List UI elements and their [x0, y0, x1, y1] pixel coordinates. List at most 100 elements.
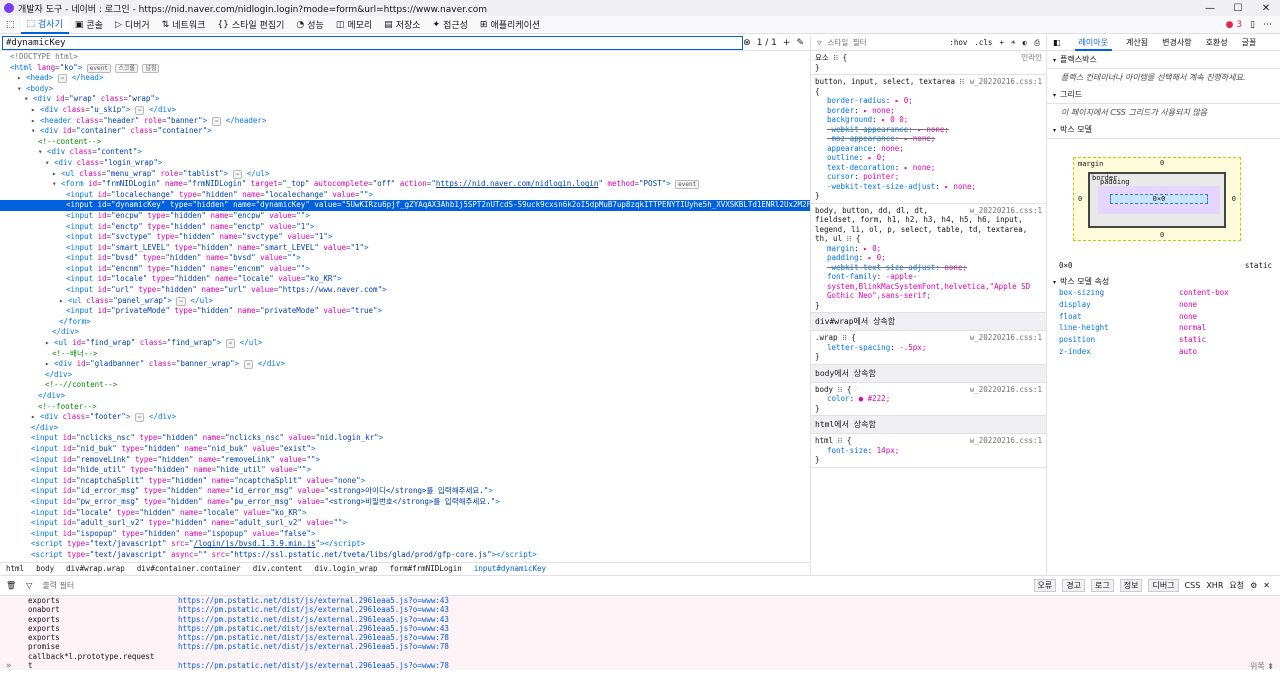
- markup-row[interactable]: ▸ <div class="u_skip"> ⋯ </div>: [0, 105, 810, 116]
- markup-row[interactable]: </form>: [0, 317, 810, 328]
- markup-row[interactable]: <input id="adult_surl_v2" type="hidden" …: [0, 518, 810, 529]
- clear-search-icon[interactable]: ⊗: [743, 38, 751, 48]
- error-count-badge[interactable]: ● 3: [1226, 20, 1242, 30]
- css-declaration[interactable]: border: ▸ none;: [815, 106, 1042, 116]
- console-extra-toggle[interactable]: 요청: [1229, 580, 1244, 591]
- log-source-link[interactable]: https://pm.pstatic.net/dist/js/external.…: [178, 624, 449, 633]
- css-declaration[interactable]: text-decoration: ▸ none;: [815, 163, 1042, 173]
- css-declaration[interactable]: -webkit-text-size-adjust: none;: [815, 263, 1042, 273]
- breadcrumb-item[interactable]: body: [36, 564, 54, 573]
- markup-row[interactable]: <input id="url" type="hidden" name="url"…: [0, 285, 810, 296]
- tab-6[interactable]: ◫ 메모리: [330, 16, 378, 34]
- console-filter-input[interactable]: 출력 필터: [42, 580, 74, 591]
- rule-source-link[interactable]: w_20220216.css:1: [970, 333, 1042, 343]
- console-level-toggle[interactable]: 오류: [1033, 579, 1057, 592]
- close-console-icon[interactable]: ✕: [1263, 581, 1270, 590]
- breadcrumb-item[interactable]: div#container.container: [137, 564, 241, 573]
- markup-row[interactable]: ▾ <div class="login_wrap">: [0, 158, 810, 169]
- style-filter-input[interactable]: 스타일 필터: [828, 37, 867, 48]
- maximize-button[interactable]: ☐: [1224, 3, 1252, 14]
- breadcrumb-item[interactable]: div.login_wrap: [314, 564, 377, 573]
- sidebar-tab-3[interactable]: 호환성: [1206, 37, 1228, 48]
- markup-row[interactable]: </div>: [0, 391, 810, 402]
- css-declaration[interactable]: padding: ▸ 0;: [815, 253, 1042, 263]
- markup-row[interactable]: <input id="ncaptchaSplit" type="hidden" …: [0, 476, 810, 487]
- content-size[interactable]: 0×0: [1110, 194, 1208, 204]
- dark-mode-icon[interactable]: ◐: [1022, 38, 1027, 48]
- grid-section-header[interactable]: ▾ 그리드: [1047, 86, 1280, 104]
- css-declaration[interactable]: cursor: pointer;: [815, 172, 1042, 182]
- markup-row[interactable]: </div>: [0, 327, 810, 338]
- breadcrumb-item[interactable]: form#frmNIDLogin: [390, 564, 462, 573]
- markup-row[interactable]: <input id="locale" type="hidden" name="l…: [0, 274, 810, 285]
- css-declaration[interactable]: letter-spacing: -.5px;: [815, 343, 1042, 353]
- tab-2[interactable]: ▷ 디버거: [109, 16, 156, 34]
- tab-0[interactable]: ⬚ 검사기: [20, 15, 69, 34]
- markup-row[interactable]: ▸ <div class="footer"> ⋯ </div>: [0, 412, 810, 423]
- rule-source-link[interactable]: w_20220216.css:1: [970, 206, 1042, 216]
- markup-row[interactable]: <input id="encpw" type="hidden" name="en…: [0, 211, 810, 222]
- markup-row[interactable]: <input id="enctp" type="hidden" name="en…: [0, 222, 810, 233]
- breadcrumb-item[interactable]: div#wrap.wrap: [66, 564, 125, 573]
- console-level-toggle[interactable]: 경고: [1062, 579, 1086, 592]
- css-declaration[interactable]: -webkit-text-size-adjust: ▸ none;: [815, 182, 1042, 192]
- add-rule-button[interactable]: +: [999, 38, 1004, 48]
- markup-row[interactable]: </div>: [0, 423, 810, 434]
- console-level-toggle[interactable]: 정보: [1119, 579, 1143, 592]
- tab-3[interactable]: ⇅ 네트워크: [156, 16, 212, 34]
- selected-node-row[interactable]: <input id="dynamicKey" type="hidden" nam…: [0, 200, 810, 211]
- markup-row[interactable]: <!--배너-->: [0, 349, 810, 360]
- eyedropper-icon[interactable]: ✎: [796, 38, 804, 48]
- markup-row[interactable]: </div>: [0, 370, 810, 381]
- markup-row[interactable]: ▾ <form id="frmNIDLogin" name="frmNIDLog…: [0, 179, 810, 190]
- close-window-button[interactable]: ✕: [1252, 3, 1280, 14]
- log-source-link[interactable]: https://pm.pstatic.net/dist/js/external.…: [178, 642, 449, 661]
- rule-source-link[interactable]: w_20220216.css:1: [970, 77, 1042, 87]
- markup-row[interactable]: <input id="ispopup" type="hidden" name="…: [0, 529, 810, 540]
- breadcrumb-item[interactable]: html: [6, 564, 24, 573]
- console-level-toggle[interactable]: 로그: [1091, 579, 1114, 592]
- minimize-button[interactable]: —: [1196, 3, 1224, 14]
- markup-row[interactable]: ▾ <div id="container" class="container">: [0, 126, 810, 137]
- markup-row[interactable]: <input id="nid_buk" type="hidden" name="…: [0, 444, 810, 455]
- markup-row[interactable]: <input id="smart_LEVEL" type="hidden" na…: [0, 243, 810, 254]
- html-search-input[interactable]: #dynamicKey: [2, 35, 744, 50]
- markup-row[interactable]: <input id="locale" type="hidden" name="l…: [0, 508, 810, 519]
- log-source-link[interactable]: https://pm.pstatic.net/dist/js/external.…: [178, 633, 449, 642]
- css-declaration[interactable]: background: ▸ 0 0;: [815, 115, 1042, 125]
- sidebar-tab-1[interactable]: 계산됨: [1126, 37, 1148, 48]
- console-prompt[interactable]: »: [6, 661, 12, 672]
- css-declaration[interactable]: appearance: none;: [815, 144, 1042, 154]
- markup-row[interactable]: ▾ <div class="content">: [0, 147, 810, 158]
- markup-row[interactable]: <!DOCTYPE html>: [0, 52, 810, 63]
- css-declaration[interactable]: -moz-appearance: ▸ none;: [815, 134, 1042, 144]
- log-source-link[interactable]: https://pm.pstatic.net/dist/js/external.…: [178, 605, 449, 614]
- breadcrumb-item[interactable]: input#dynamicKey: [474, 564, 546, 573]
- console-settings-icon[interactable]: ⚙: [1250, 581, 1257, 590]
- tab-1[interactable]: ▣ 콘솔: [69, 16, 109, 34]
- log-source-link[interactable]: https://pm.pstatic.net/dist/js/external.…: [178, 615, 449, 624]
- markup-row[interactable]: <!--footer-->: [0, 402, 810, 413]
- markup-row[interactable]: <input id="pw_error_msg" type="hidden" n…: [0, 497, 810, 508]
- markup-view[interactable]: <!DOCTYPE html> <html lang="ko"> event 스크…: [0, 52, 810, 560]
- markup-row[interactable]: <html lang="ko"> event 스크롤 넘침: [0, 63, 810, 74]
- markup-row[interactable]: ▸ <head> ⋯ </head>: [0, 73, 810, 84]
- css-declaration[interactable]: outline: ▸ 0;: [815, 153, 1042, 163]
- markup-row[interactable]: <input id="privateMode" type="hidden" na…: [0, 306, 810, 317]
- markup-row[interactable]: <script type="text/javascript" async="" …: [0, 550, 810, 560]
- light-mode-icon[interactable]: ☀: [1011, 38, 1016, 48]
- markup-row[interactable]: <input id="hide_util" type="hidden" name…: [0, 465, 810, 476]
- markup-row[interactable]: <input id="localechange" type="hidden" n…: [0, 190, 810, 201]
- markup-row[interactable]: ▾ <div id="wrap" class="wrap">: [0, 94, 810, 105]
- markup-row[interactable]: ▸ <div id="gladbanner" class="banner_wra…: [0, 359, 810, 370]
- markup-row[interactable]: ▸ <ul class="panel_wrap"> ⋯ </ul>: [0, 296, 810, 307]
- markup-row[interactable]: <input id="encnm" type="hidden" name="en…: [0, 264, 810, 275]
- tab-7[interactable]: ▤ 저장소: [378, 16, 426, 34]
- markup-row[interactable]: <script type="text/javascript" src="/log…: [0, 539, 810, 550]
- markup-row[interactable]: ▸ <ul class="menu_wrap" role="tablist"> …: [0, 169, 810, 180]
- sidebar-tab-4[interactable]: 글꼴: [1242, 37, 1257, 48]
- sidebar-tab-2[interactable]: 변경사항: [1162, 37, 1191, 48]
- more-menu-icon[interactable]: ⋯: [1263, 20, 1272, 30]
- sidebar-toggle-icon[interactable]: ◧: [1053, 38, 1061, 47]
- cls-toggle[interactable]: .cls: [974, 38, 992, 48]
